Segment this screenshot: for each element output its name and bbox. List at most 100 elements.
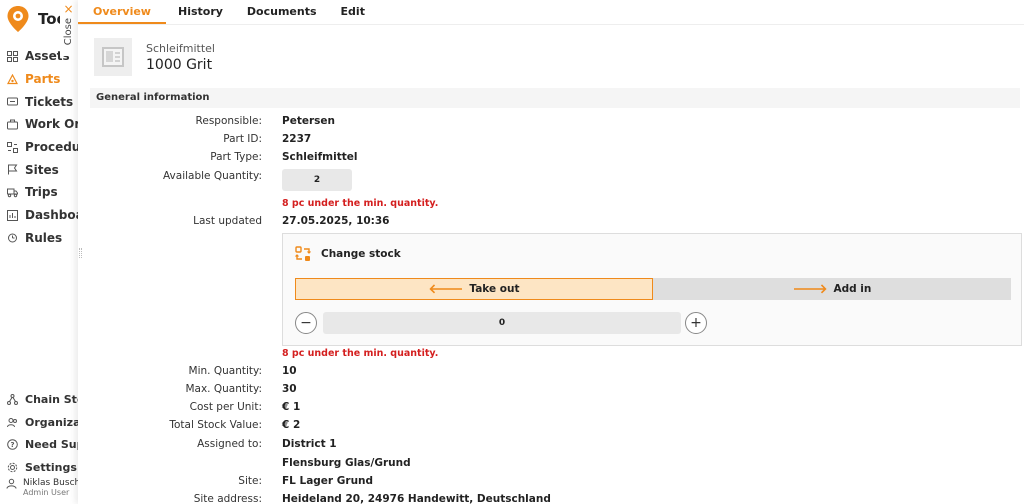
nav-item-tickets[interactable]: Tickets [0,90,79,113]
field-part-id: Part ID: 2237 [78,133,1018,148]
nav-item-sites[interactable]: Sites [0,158,79,181]
field-assigned-to: Assigned to: District 1 [78,438,1018,453]
take-out-button[interactable]: 🡐 Take out [295,278,653,300]
nav-item-chain-store[interactable]: Chain Stor [0,388,79,411]
field-label: Responsible: [195,115,262,127]
svg-text:?: ? [10,441,14,449]
field-total-stock-value: Total Stock Value: € 2 [78,419,1018,434]
field-last-updated: Last updated 27.05.2025, 10:36 [78,215,1018,230]
app-sidebar: Too Assets Parts Tickets Work Ord Proced… [0,0,80,504]
nav-item-parts[interactable]: Parts [0,68,79,91]
user-name: Niklas Busch [23,478,80,488]
field-max-quantity: Max. Quantity: 30 [78,383,1018,398]
change-stock-title: Change stock [321,248,401,260]
field-label: Site: [238,475,262,487]
field-value: Flensburg Glas/Grund [282,457,411,469]
nav-item-settings[interactable]: Settings [0,456,79,479]
tab-documents[interactable]: Documents [235,0,329,24]
field-value: FL Lager Grund [282,475,374,487]
nav-item-work-orders[interactable]: Work Ord [0,113,79,136]
field-value: 27.05.2025, 10:36 [282,215,390,227]
field-value: 2237 [282,133,312,145]
image-placeholder-icon [102,47,124,67]
part-thumbnail[interactable] [94,38,132,76]
network-icon [7,393,18,405]
nav-label: Rules [25,230,63,245]
nav-item-rules[interactable]: Rules [0,227,79,250]
field-value: Heideland 20, 24976 Handewitt, Deutschla… [282,493,551,504]
field-value: Petersen [282,115,335,127]
nav-label: Chain Stor [25,392,79,406]
truck-icon [7,188,18,198]
secondary-nav: Chain Stor Organizati ? Need Supp Settin… [0,388,80,479]
field-part-type: Part Type: Schleifmittel [78,151,1018,166]
nav-label: Organizati [25,415,80,429]
main-nav: Assets Parts Tickets Work Ord Procedur S… [0,45,80,250]
close-icon: × [63,2,74,16]
briefcase-icon [7,119,18,130]
field-site-address: Site address: Heideland 20, 24976 Handew… [78,493,1018,504]
field-label: Min. Quantity: [188,365,262,377]
nav-label: Procedur [25,140,80,155]
part-category: Schleifmittel [146,41,215,55]
alarm-icon [8,233,17,243]
change-stock-header: Change stock [295,246,401,262]
procedure-icon [7,141,18,153]
nav-item-dashboard[interactable]: Dashboar [0,204,79,227]
nav-item-procedures[interactable]: Procedur [0,136,80,159]
field-value: € 1 [282,401,301,413]
field-label: Total Stock Value: [169,419,262,431]
stock-amount-input[interactable]: 0 [323,312,681,334]
available-quantity-value: 2 [282,169,352,191]
field-value: Schleifmittel [282,151,358,163]
field-value: € 2 [282,419,301,431]
resize-handle[interactable] [79,248,82,258]
add-in-button[interactable]: 🡒 Add in [653,278,1011,300]
nav-label: Tickets [25,94,74,109]
detail-tabs: Overview History Documents Edit [78,0,1024,25]
brand[interactable]: Too [6,4,67,34]
nav-label: Sites [25,162,59,177]
field-min-quantity: Min. Quantity: 10 [78,365,1018,380]
field-responsible: Responsible: Petersen [78,115,1018,130]
field-label: Part Type: [210,151,262,163]
nav-item-organization[interactable]: Organizati [0,411,80,434]
field-label: Last updated [193,215,262,227]
tab-edit[interactable]: Edit [329,0,377,24]
field-available-quantity: Available Quantity: [78,170,1018,185]
field-label: Part ID: [223,133,262,145]
parts-icon [7,73,18,84]
user-profile[interactable]: Niklas Busch Admin User [6,478,80,497]
nav-label: Settings [25,460,77,474]
arrow-left-icon: 🡐 [428,282,464,297]
take-out-label: Take out [469,283,520,295]
field-value: 30 [282,383,297,395]
close-label: Close [63,18,74,46]
part-detail-panel: Overview History Documents Edit Schleifm… [78,0,1024,504]
nav-label: Trips [25,185,58,200]
field-cost-per-unit: Cost per Unit: € 1 [78,401,1018,416]
field-value: District 1 [282,438,337,450]
swap-icon [295,246,311,261]
min-quantity-warning: 8 pc under the min. quantity. [282,198,439,209]
decrement-button[interactable]: − [295,312,317,334]
flag-icon [8,164,18,175]
increment-button[interactable]: + [685,312,707,334]
nav-item-need-support[interactable]: ? Need Supp [0,433,79,456]
section-general-information: General information [90,88,1020,108]
field-label: Max. Quantity: [185,383,262,395]
tab-overview[interactable]: Overview [78,0,166,24]
nav-item-trips[interactable]: Trips [0,181,79,204]
tab-history[interactable]: History [166,0,235,24]
arrow-right-icon: 🡒 [792,282,828,297]
ticket-icon [7,97,18,106]
close-panel-tab[interactable]: × Close [60,0,77,56]
user-role: Admin User [23,488,70,497]
field-site: Site: FL Lager Grund [78,475,1018,490]
min-quantity-warning-stock: 8 pc under the min. quantity. [282,348,439,359]
help-icon: ? [7,439,18,451]
change-stock-card: Change stock 🡐 Take out 🡒 Add in − 0 + [282,233,1022,346]
gear-icon [7,462,18,473]
user-icon [6,478,17,489]
part-title: 1000 Grit [146,56,213,73]
